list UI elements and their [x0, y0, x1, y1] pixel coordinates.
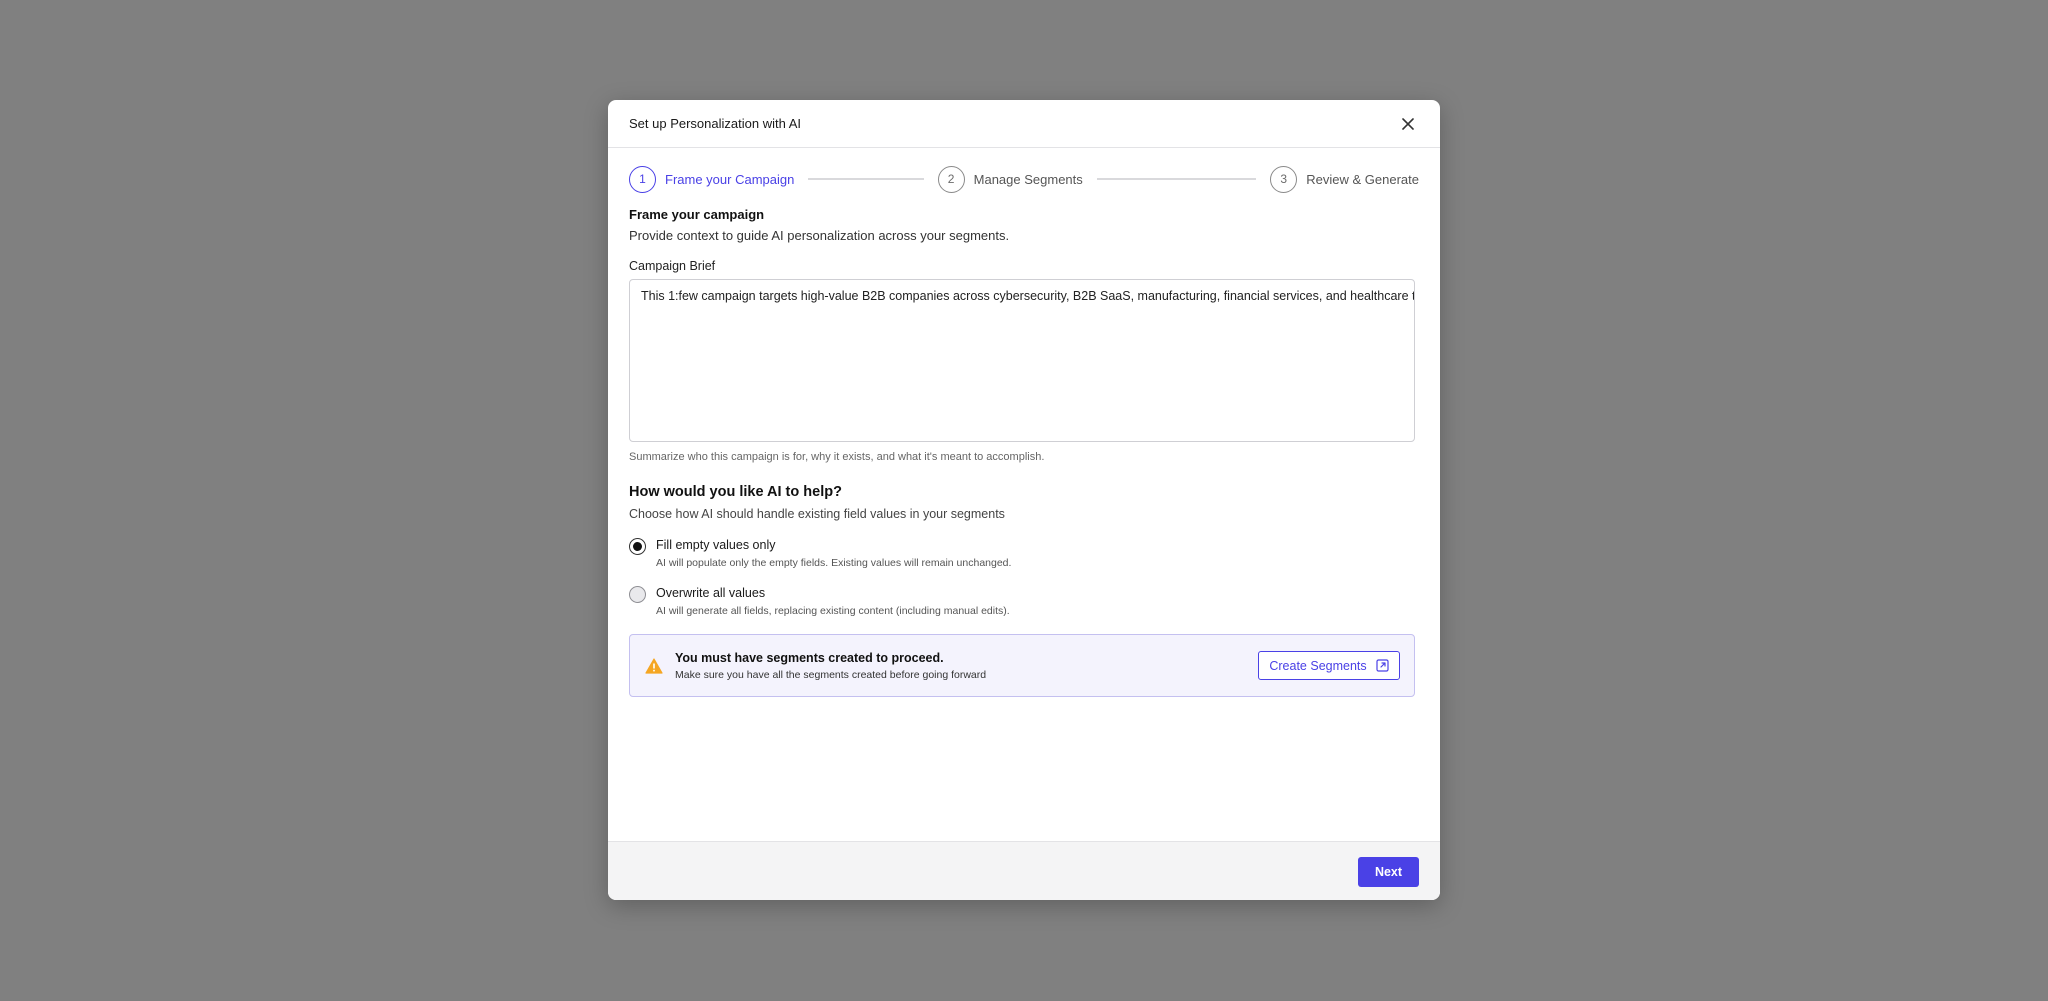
warning-description: Make sure you have all the segments crea…: [675, 668, 987, 681]
modal-footer: Next: [608, 841, 1440, 900]
warning-title: You must have segments created to procee…: [675, 650, 944, 665]
radio-fill-empty[interactable]: [629, 538, 646, 555]
frame-title: Frame your campaign: [629, 207, 765, 222]
ai-mode-radio-group: Fill empty values only AI will populate …: [629, 538, 1419, 617]
step-review-generate[interactable]: 3 Review & Generate: [1270, 165, 1419, 193]
next-button[interactable]: Next: [1358, 857, 1419, 887]
create-segments-button[interactable]: Create Segments: [1258, 651, 1400, 680]
step-manage-segments[interactable]: 2 Manage Segments: [937, 165, 1083, 193]
brief-label: Campaign Brief: [629, 259, 716, 273]
step-frame-campaign[interactable]: 1 Frame your Campaign: [629, 165, 795, 193]
setup-modal: Set up Personalization with AI 1 Frame y…: [608, 100, 1440, 900]
step-label: Frame your Campaign: [665, 171, 795, 187]
step-label: Review & Generate: [1306, 171, 1419, 187]
option-overwrite-all[interactable]: Overwrite all values AI will generate al…: [629, 586, 1419, 617]
step-label: Manage Segments: [973, 171, 1083, 187]
option-description: AI will generate all fields, replacing e…: [656, 605, 1010, 617]
step-number: 1: [629, 165, 656, 193]
option-label: Overwrite all values: [656, 586, 766, 600]
close-icon: [1402, 117, 1414, 130]
modal-body: 1 Frame your Campaign 2 Manage Segments …: [608, 165, 1440, 697]
radio-overwrite-all[interactable]: [629, 586, 646, 603]
external-link-icon: [1376, 659, 1389, 672]
segments-warning: You must have segments created to procee…: [629, 634, 1415, 697]
option-label: Fill empty values only: [656, 538, 776, 552]
step-connector: [808, 178, 924, 180]
stepper: 1 Frame your Campaign 2 Manage Segments …: [629, 165, 1419, 193]
step-number: 2: [937, 165, 965, 193]
brief-helper-text: Summarize who this campaign is for, why …: [629, 451, 1045, 463]
campaign-brief-textarea[interactable]: This 1:few campaign targets high-value B…: [629, 279, 1415, 442]
step-number: 3: [1270, 165, 1298, 193]
option-fill-empty[interactable]: Fill empty values only AI will populate …: [629, 538, 1419, 569]
frame-description: Provide context to guide AI personalizat…: [629, 228, 1010, 243]
ai-help-title: How would you like AI to help?: [629, 484, 842, 500]
close-button[interactable]: [1396, 112, 1420, 136]
modal-header: Set up Personalization with AI: [608, 100, 1440, 148]
create-segments-label: Create Segments: [1269, 658, 1367, 673]
step-connector: [1096, 178, 1257, 180]
option-description: AI will populate only the empty fields. …: [656, 557, 1012, 569]
modal-title: Set up Personalization with AI: [629, 116, 801, 131]
warning-icon: [645, 657, 663, 674]
ai-help-subtitle: Choose how AI should handle existing fie…: [629, 507, 1005, 521]
